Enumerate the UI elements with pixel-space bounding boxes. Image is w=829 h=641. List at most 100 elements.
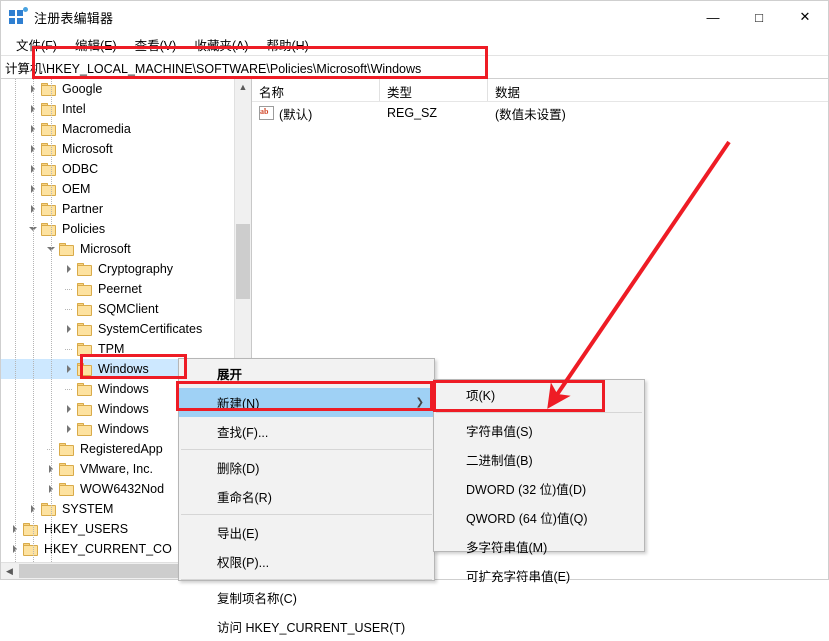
folder-icon: [41, 123, 57, 136]
folder-icon: [23, 543, 39, 556]
value-data-cell: (数值未设置): [488, 104, 828, 123]
tree-item-label: Peernet: [98, 279, 142, 299]
column-header-name[interactable]: 名称: [252, 79, 380, 101]
new-submenu[interactable]: 项(K) 字符串值(S)二进制值(B)DWORD (32 位)值(D) QWORD …: [433, 379, 645, 552]
folder-icon: [77, 283, 93, 296]
folder-icon: [59, 483, 75, 496]
value-name-text: (默认): [279, 104, 312, 123]
tree-item-systemcertificates[interactable]: SystemCertificates: [1, 319, 234, 339]
table-row[interactable]: ab (默认) REG_SZ (数值未设置): [252, 102, 828, 124]
folder-icon: [41, 163, 57, 176]
tree-item-microsoft[interactable]: Microsoft: [1, 139, 234, 159]
folder-icon: [77, 423, 93, 436]
context-menu-item-1[interactable]: 新建(N)❯: [179, 388, 434, 417]
menu-help[interactable]: 帮助(H): [257, 33, 317, 56]
tree-item-label: ODBC: [62, 159, 98, 179]
value-name-cell: ab (默认): [252, 104, 380, 123]
maximize-button[interactable]: □: [736, 1, 782, 33]
tree-item-label: Partner: [62, 199, 103, 219]
folder-icon: [77, 403, 93, 416]
submenu-item-4[interactable]: QWORD (64 位)值(Q): [434, 503, 644, 532]
tree-item-label: Windows: [98, 399, 149, 419]
registry-context-menu[interactable]: 展开新建(N)❯查找(F)... 删除(D)重命名(R) 导出(E) 权限(P)...…: [178, 358, 435, 581]
submenu-item-3[interactable]: DWORD (32 位)值(D): [434, 474, 644, 503]
submenu-item-5[interactable]: 多字符串值(M): [434, 532, 644, 561]
registry-editor-icon: [9, 8, 27, 26]
tree-item-odbc[interactable]: ODBC: [1, 159, 234, 179]
tree-item-label: Microsoft: [62, 139, 113, 159]
tree-item-label: Microsoft: [80, 239, 131, 259]
tree-item-label: WOW6432Nod: [80, 479, 164, 499]
column-header-data[interactable]: 数据: [488, 79, 828, 101]
tree-vscroll-thumb[interactable]: [236, 224, 250, 299]
submenu-item-0[interactable]: 项(K): [434, 380, 644, 409]
tree-item-google[interactable]: Google: [1, 79, 234, 99]
tree-item-policies[interactable]: Policies: [1, 219, 234, 239]
tree-guide-line: [15, 79, 16, 562]
chevron-right-icon[interactable]: [61, 399, 77, 419]
menu-favorites[interactable]: 收藏夹(A): [185, 33, 257, 56]
context-menu-item-label: 权限(P)...: [217, 552, 269, 571]
chevron-right-icon[interactable]: [61, 419, 77, 439]
tree-item-microsoft[interactable]: Microsoft: [1, 239, 234, 259]
context-menu-item-3[interactable]: 删除(D): [179, 453, 434, 482]
minimize-button[interactable]: —: [690, 1, 736, 33]
menu-file[interactable]: 文件(F): [7, 33, 66, 56]
tree-item-cryptography[interactable]: Cryptography: [1, 259, 234, 279]
folder-icon: [77, 383, 93, 396]
tree-line-stub: [61, 379, 77, 399]
tree-item-label: Windows: [98, 379, 149, 399]
tree-item-label: HKEY_USERS: [44, 519, 128, 539]
context-menu-item-6[interactable]: 权限(P)...: [179, 547, 434, 576]
context-menu-item-8[interactable]: 访问 HKEY_CURRENT_USER(T): [179, 612, 434, 641]
scroll-left-icon[interactable]: ◀: [1, 563, 18, 580]
context-menu-item-5[interactable]: 导出(E): [179, 518, 434, 547]
submenu-item-label: 可扩充字符串值(E): [466, 566, 570, 585]
submenu-item-2[interactable]: 二进制值(B): [434, 445, 644, 474]
folder-icon: [41, 223, 57, 236]
context-menu-item-0[interactable]: 展开: [179, 359, 434, 388]
tree-item-label: Intel: [62, 99, 86, 119]
tree-item-peernet[interactable]: Peernet: [1, 279, 234, 299]
tree-item-macromedia[interactable]: Macromedia: [1, 119, 234, 139]
column-header-type[interactable]: 类型: [380, 79, 488, 101]
submenu-item-label: QWORD (64 位)值(Q): [466, 508, 588, 527]
folder-icon: [77, 263, 93, 276]
submenu-item-6[interactable]: 可扩充字符串值(E): [434, 561, 644, 590]
folder-icon: [41, 143, 57, 156]
close-button[interactable]: ✕: [782, 1, 828, 33]
tree-item-oem[interactable]: OEM: [1, 179, 234, 199]
title-bar: 注册表编辑器 — □ ✕: [1, 1, 828, 33]
context-menu-item-7[interactable]: 复制项名称(C): [179, 583, 434, 612]
window-title: 注册表编辑器: [34, 8, 113, 27]
folder-icon: [41, 183, 57, 196]
chevron-right-icon[interactable]: [61, 319, 77, 339]
registry-editor-window: 注册表编辑器 — □ ✕ 文件(F) 编辑(E) 查看(V) 收藏夹(A) 帮助…: [0, 0, 829, 580]
chevron-right-icon[interactable]: [61, 259, 77, 279]
menu-view[interactable]: 查看(V): [126, 33, 186, 56]
tree-line-stub: [61, 339, 77, 359]
tree-item-tpm[interactable]: TPM: [1, 339, 234, 359]
menu-edit[interactable]: 编辑(E): [66, 33, 126, 56]
submenu-item-1[interactable]: 字符串值(S): [434, 416, 644, 445]
chevron-right-icon[interactable]: [61, 359, 77, 379]
submenu-item-label: 项(K): [466, 385, 495, 404]
context-menu-item-4[interactable]: 重命名(R): [179, 482, 434, 511]
tree-item-label: SYSTEM: [62, 499, 113, 519]
tree-item-label: VMware, Inc.: [80, 459, 153, 479]
tree-item-partner[interactable]: Partner: [1, 199, 234, 219]
tree-item-sqmclient[interactable]: SQMClient: [1, 299, 234, 319]
context-menu-item-2[interactable]: 查找(F)...: [179, 417, 434, 446]
folder-icon: [77, 303, 93, 316]
folder-icon: [41, 503, 57, 516]
address-bar[interactable]: 计算机\HKEY_LOCAL_MACHINE\SOFTWARE\Policies…: [1, 55, 828, 79]
tree-item-label: Cryptography: [98, 259, 173, 279]
tree-item-intel[interactable]: Intel: [1, 99, 234, 119]
folder-icon: [41, 203, 57, 216]
folder-icon: [77, 323, 93, 336]
context-menu-item-label: 复制项名称(C): [217, 588, 297, 607]
submenu-item-label: 多字符串值(M): [466, 537, 547, 556]
scroll-up-icon[interactable]: ▲: [235, 79, 251, 96]
menu-separator: [181, 449, 432, 450]
tree-item-label: SQMClient: [98, 299, 158, 319]
